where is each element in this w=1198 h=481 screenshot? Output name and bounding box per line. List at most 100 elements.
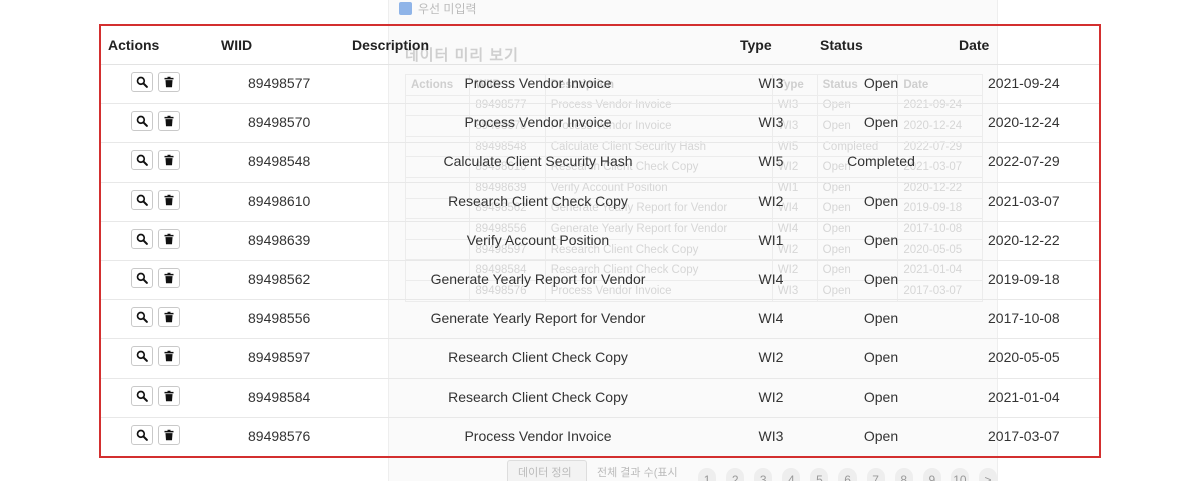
cell-status: Open [863, 310, 899, 327]
row-actions [131, 268, 180, 288]
cell-status: Open [863, 349, 899, 366]
cell-date: 2019-09-18 [988, 271, 1060, 287]
cell-description: Research Client Check Copy [448, 388, 628, 405]
cell-status: Open [863, 75, 899, 91]
cell-wiid: 89498610 [248, 192, 311, 209]
cell-description: Generate Yearly Report for Vendor [430, 271, 646, 287]
table-row[interactable]: 89498639 Verify Account Position WI1 Open 20… [101, 221, 1099, 261]
header-actions: Actions [108, 37, 160, 53]
delete-button[interactable] [158, 424, 180, 445]
cell-description: Research Client Check Copy [448, 192, 628, 209]
trash-icon [163, 154, 175, 166]
cell-date: 2021-03-07 [988, 192, 1060, 209]
delete-button[interactable] [158, 72, 180, 92]
delete-button[interactable] [158, 268, 180, 288]
row-actions [131, 228, 180, 249]
trash-icon [163, 115, 175, 127]
table-row[interactable]: 89498570 Process Vendor Invoice WI3 Open 202… [101, 103, 1099, 144]
trash-icon [163, 390, 175, 402]
row-actions [131, 72, 180, 92]
search-icon [136, 115, 148, 128]
cell-type: WI3 [758, 427, 784, 444]
background-page-number: 3 [754, 468, 773, 481]
trash-icon [163, 272, 175, 284]
trash-icon [163, 76, 175, 88]
header-description[interactable]: Description [352, 26, 429, 64]
table-row[interactable]: 89498610 Research Client Check Copy WI2 Ope… [101, 182, 1099, 222]
cell-type: WI3 [758, 114, 784, 131]
header-type[interactable]: Type [740, 26, 772, 64]
view-button[interactable] [131, 385, 153, 406]
trash-icon [163, 194, 175, 206]
search-icon [136, 76, 148, 88]
checkbox-icon [399, 1, 412, 15]
view-button[interactable] [131, 346, 153, 367]
work-item-table: Actions WIID Description Type Status Dat… [99, 24, 1101, 458]
delete-button[interactable] [158, 307, 180, 328]
cell-description: Research Client Check Copy [448, 349, 628, 366]
delete-button[interactable] [158, 189, 180, 210]
delete-button[interactable] [158, 150, 180, 171]
trash-icon [163, 311, 175, 323]
search-icon [136, 350, 148, 363]
delete-button[interactable] [158, 111, 180, 132]
trash-icon [163, 350, 175, 362]
row-actions [131, 189, 180, 210]
cell-wiid: 89498562 [248, 271, 311, 287]
cell-wiid: 89498584 [248, 388, 311, 405]
trash-icon [163, 429, 175, 441]
header-date[interactable]: Date [959, 26, 989, 64]
background-checkbox-row: 우선 미입력 [399, 0, 477, 16]
search-icon [136, 311, 148, 324]
row-actions [131, 385, 180, 406]
view-button[interactable] [131, 424, 153, 445]
view-button[interactable] [131, 268, 153, 288]
row-actions [131, 150, 180, 171]
delete-button[interactable] [158, 385, 180, 406]
background-page-number: 4 [782, 468, 801, 481]
cell-description: Process Vendor Invoice [464, 427, 612, 444]
background-pager: 데이터 정의 편집 전체 결과 수(표시 결과 수) 123456789 10 > [507, 460, 998, 481]
table-row[interactable]: 89498577 Process Vendor Invoice WI3 Open 202… [101, 64, 1099, 105]
view-button[interactable] [131, 189, 153, 210]
background-pager-info: 전체 결과 수(표시 결과 수) [597, 467, 678, 479]
table-row[interactable]: 89498548 Calculate Client Security Hash WI… [101, 142, 1099, 183]
cell-description: Process Vendor Invoice [464, 114, 612, 131]
view-button[interactable] [131, 72, 153, 92]
background-page-number: 9 [922, 468, 941, 481]
cell-status: Completed [847, 153, 915, 170]
cell-status: Open [863, 231, 899, 248]
search-icon [136, 154, 148, 167]
delete-button[interactable] [158, 346, 180, 367]
cell-date: 2017-03-07 [988, 427, 1060, 444]
row-actions [131, 307, 180, 328]
view-button[interactable] [131, 307, 153, 328]
header-wiid[interactable]: WIID [221, 26, 252, 64]
cell-wiid: 89498577 [248, 75, 311, 91]
cell-description: Process Vendor Invoice [464, 75, 612, 91]
background-page-number: > [978, 468, 998, 481]
view-button[interactable] [131, 228, 153, 249]
background-checkbox-label: 우선 미입력 [418, 1, 477, 16]
background-page-number: 5 [810, 468, 829, 481]
table-row[interactable]: 89498576 Process Vendor Invoice WI3 Open 201… [101, 417, 1099, 456]
table-row[interactable]: 89498584 Research Client Check Copy WI2 Ope… [101, 378, 1099, 418]
cell-date: 2020-05-05 [988, 349, 1060, 366]
cell-status: Open [863, 271, 899, 287]
cell-status: Open [863, 192, 899, 209]
cell-wiid: 89498639 [248, 231, 311, 248]
row-actions [131, 346, 180, 367]
view-button[interactable] [131, 150, 153, 171]
search-icon [136, 194, 148, 206]
delete-button[interactable] [158, 228, 180, 249]
table-row[interactable]: 89498597 Research Client Check Copy WI2 Ope… [101, 338, 1099, 379]
cell-wiid: 89498556 [248, 310, 311, 327]
background-page-number: 7 [866, 468, 885, 481]
row-actions [131, 424, 180, 445]
table-row[interactable]: 89498562 Generate Yearly Report for Vendo… [101, 260, 1099, 301]
table-row[interactable]: 89498556 Generate Yearly Report for Vendo… [101, 299, 1099, 340]
header-status[interactable]: Status [820, 26, 863, 64]
cell-date: 2020-12-22 [988, 231, 1060, 248]
view-button[interactable] [131, 111, 153, 132]
background-page-number: 6 [838, 468, 857, 481]
